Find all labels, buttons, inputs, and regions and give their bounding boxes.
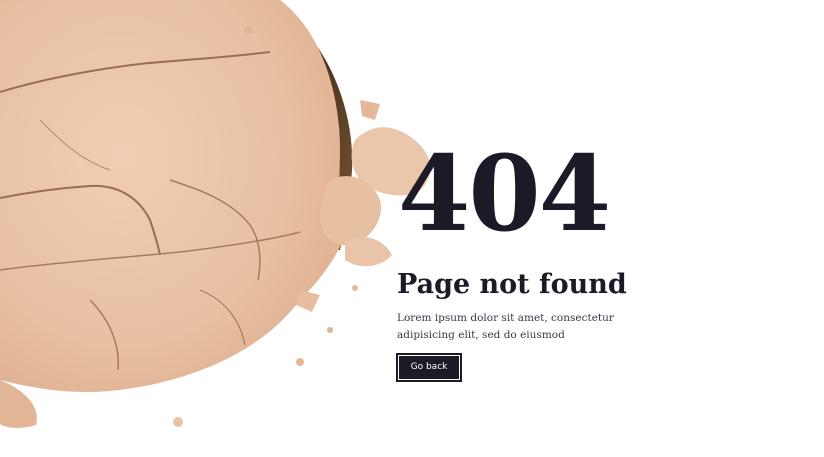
go-back-button[interactable]: Go back <box>396 353 462 382</box>
page-title: Page not found <box>397 269 627 300</box>
error-description: Lorem ipsum dolor sit amet, consectetur … <box>397 312 614 341</box>
error-code: 404 <box>398 132 611 255</box>
error-page: 404 Page not found Lorem ipsum dolor sit… <box>0 0 824 457</box>
